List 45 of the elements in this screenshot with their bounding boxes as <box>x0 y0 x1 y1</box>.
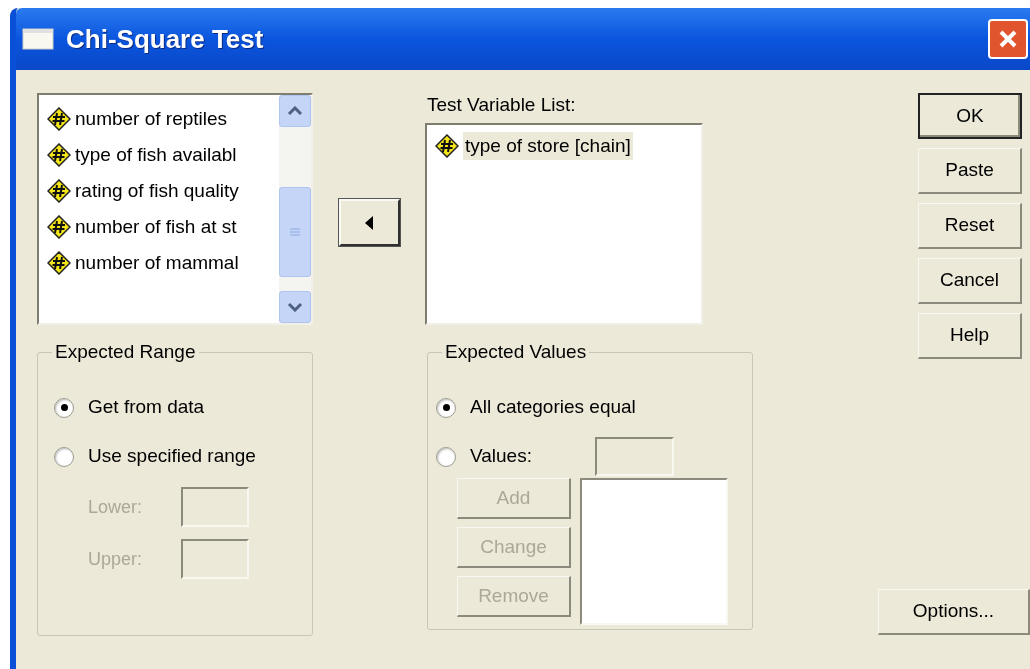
numeric-variable-icon <box>435 134 459 158</box>
field-label: Upper: <box>88 547 144 571</box>
variable-item[interactable]: type of fish availabl <box>47 137 279 173</box>
radio-label: Values: <box>470 444 533 469</box>
variable-item[interactable]: number of reptiles <box>47 101 279 137</box>
radio-button[interactable] <box>54 397 74 418</box>
radio-label: All categories equal <box>470 395 636 420</box>
radio-button[interactable] <box>436 397 456 418</box>
dialog-button[interactable]: Help <box>918 313 1022 359</box>
variable-item[interactable]: number of mammal <box>47 245 279 281</box>
list-label: Test Variable List: <box>426 93 577 117</box>
dialog-button[interactable]: Cancel <box>918 258 1022 304</box>
move-variable-button[interactable] <box>338 199 400 246</box>
field-label: Lower: <box>88 495 144 519</box>
dialog-button[interactable]: Reset <box>918 203 1022 249</box>
close-button[interactable] <box>988 19 1028 59</box>
scroll-up-button[interactable] <box>279 95 311 127</box>
dialog-button[interactable]: Paste <box>918 148 1022 194</box>
chevron-down-icon <box>287 302 303 312</box>
test-variable-list[interactable]: type of store [chain] <box>425 123 703 325</box>
numeric-variable-icon <box>47 215 71 239</box>
scroll-down-button[interactable] <box>279 291 311 323</box>
radio-label: Use specified range <box>88 444 256 469</box>
window-title: Chi-Square Test <box>66 22 264 56</box>
radio-button[interactable] <box>436 446 456 467</box>
vertical-scrollbar[interactable] <box>279 95 311 323</box>
variable-item[interactable]: rating of fish quality <box>47 173 279 209</box>
left-arrow-icon <box>364 215 374 230</box>
window-icon <box>22 28 54 50</box>
numeric-variable-icon <box>47 179 71 203</box>
dialog-button[interactable]: OK <box>918 93 1022 139</box>
radio-label: Get from data <box>88 395 205 420</box>
source-variable-list[interactable]: number of reptiles type of fish availabl rating of fish quality number of fish at st number of mammal <box>37 93 313 325</box>
numeric-variable-icon <box>47 143 71 167</box>
values-list[interactable] <box>580 478 728 625</box>
numeric-variable-icon <box>47 251 71 275</box>
input-field[interactable] <box>595 437 674 476</box>
chevron-up-icon <box>287 106 303 116</box>
radio-button[interactable] <box>54 446 74 467</box>
options-button[interactable]: Options... <box>878 589 1030 635</box>
grip-icon <box>289 227 301 237</box>
scroll-thumb[interactable] <box>279 187 311 277</box>
variable-item[interactable]: number of fish at st <box>47 209 279 245</box>
numeric-variable-icon <box>47 107 71 131</box>
close-icon <box>997 28 1019 50</box>
